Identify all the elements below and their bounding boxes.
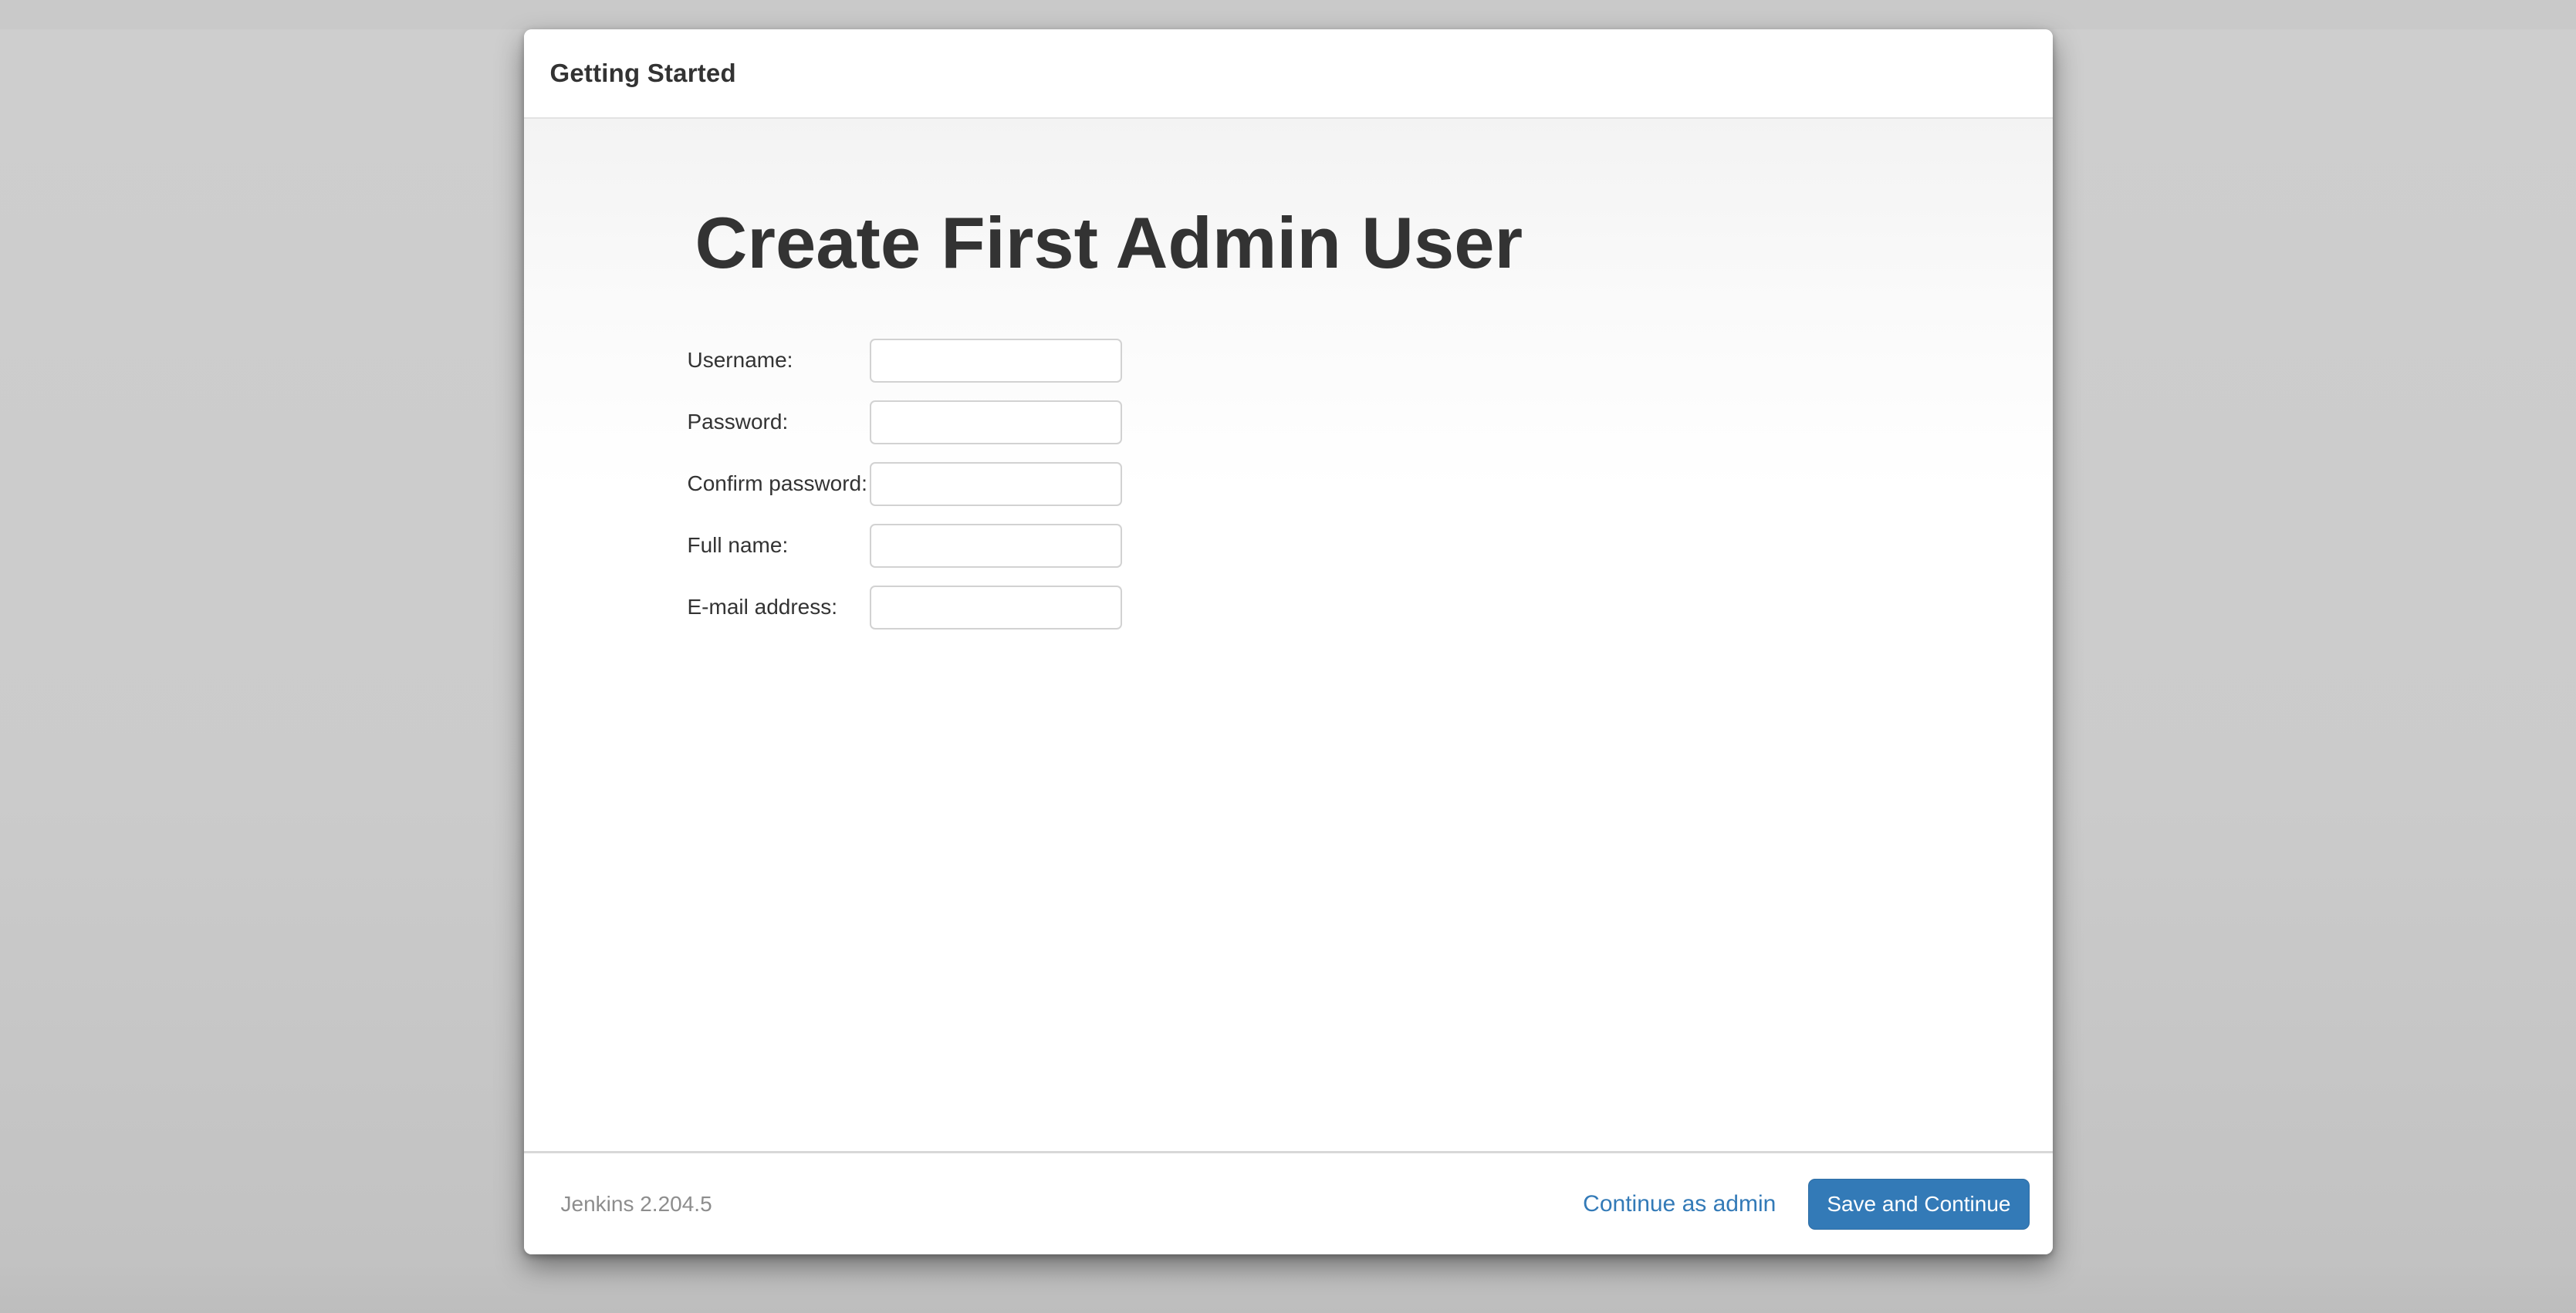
setup-wizard-dialog: Getting Started Create First Admin User … xyxy=(524,29,2053,1254)
confirm-password-label: Confirm password: xyxy=(688,471,870,496)
form-row-full-name: Full name: xyxy=(688,524,2006,568)
username-input[interactable] xyxy=(870,339,1122,383)
form-row-confirm-password: Confirm password: xyxy=(688,462,2006,506)
dialog-title: Getting Started xyxy=(550,59,736,88)
password-input[interactable] xyxy=(870,400,1122,444)
dialog-header: Getting Started xyxy=(524,29,2053,119)
form-row-password: Password: xyxy=(688,400,2006,444)
full-name-input[interactable] xyxy=(870,524,1122,568)
email-input[interactable] xyxy=(870,586,1122,629)
password-label: Password: xyxy=(688,410,870,434)
email-label: E-mail address: xyxy=(688,595,870,619)
form-row-email: E-mail address: xyxy=(688,586,2006,629)
continue-as-admin-link[interactable]: Continue as admin xyxy=(1583,1191,1776,1217)
dialog-body: Create First Admin User Username: Passwo… xyxy=(524,119,2053,1151)
save-and-continue-button[interactable]: Save and Continue xyxy=(1808,1179,2029,1230)
admin-user-form: Username: Password: Confirm password: Fu… xyxy=(688,339,2006,629)
form-row-username: Username: xyxy=(688,339,2006,383)
full-name-label: Full name: xyxy=(688,533,870,558)
jenkins-version-label: Jenkins 2.204.5 xyxy=(561,1192,712,1217)
confirm-password-input[interactable] xyxy=(870,462,1122,506)
username-label: Username: xyxy=(688,348,870,373)
dialog-footer: Jenkins 2.204.5 Continue as admin Save a… xyxy=(524,1151,2053,1254)
page-title: Create First Admin User xyxy=(695,205,2006,282)
